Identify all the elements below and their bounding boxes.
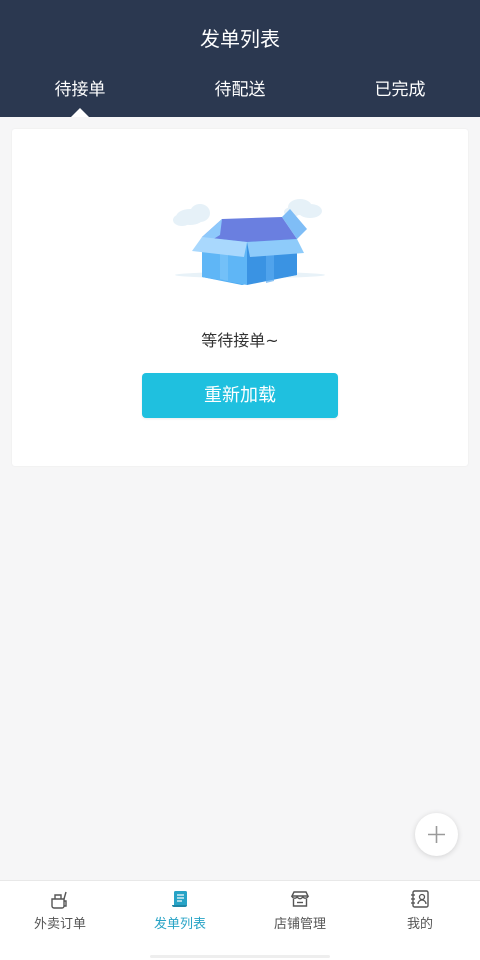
tab-pending-accept[interactable]: 待接单 (0, 76, 160, 104)
empty-message: 等待接单~ (201, 331, 279, 350)
reload-button[interactable]: 重新加载 (142, 373, 338, 418)
nav-profile[interactable]: 我的 (360, 881, 480, 960)
nav-label-takeout: 外卖订单 (33, 917, 86, 932)
nav-label-profile: 我的 (406, 917, 433, 932)
empty-state-card: 等待接单~ 重新加载 (12, 129, 468, 466)
nav-label-store: 店铺管理 (273, 917, 326, 932)
plus-icon (428, 826, 445, 843)
nav-label-order-list: 发单列表 (153, 917, 206, 932)
profile-icon (411, 890, 429, 908)
page-title: 发单列表 (200, 27, 280, 51)
active-tab-indicator (71, 108, 89, 117)
nav-store-management[interactable]: 店铺管理 (240, 881, 360, 960)
app-header: 发单列表 待接单 待配送 已完成 (0, 0, 480, 117)
home-indicator (150, 955, 330, 958)
nav-takeout-orders[interactable]: 外卖订单 (0, 881, 120, 960)
status-tabs: 待接单 待配送 已完成 (0, 76, 480, 106)
store-icon (290, 891, 310, 907)
bottom-navigation: 外卖订单 发单列表 店铺管理 我的 (0, 880, 480, 960)
open-box-illustration (173, 199, 325, 285)
tab-completed[interactable]: 已完成 (320, 76, 480, 104)
nav-order-list[interactable]: 发单列表 (120, 881, 240, 960)
takeout-icon (51, 891, 67, 909)
tab-pending-delivery[interactable]: 待配送 (160, 76, 320, 104)
add-order-button[interactable] (415, 813, 458, 856)
scroll-icon (172, 891, 187, 907)
